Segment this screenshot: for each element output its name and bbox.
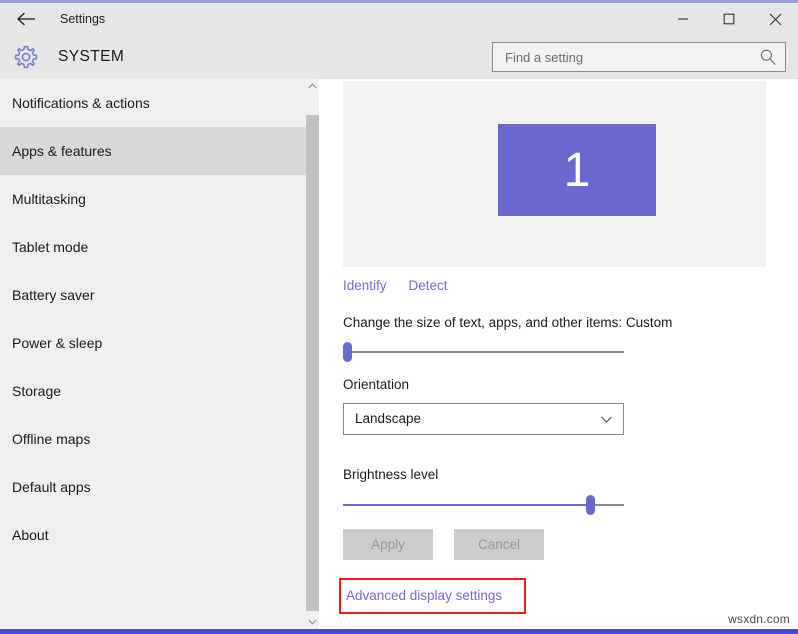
minimize-button[interactable] [660, 3, 706, 35]
apply-button[interactable]: Apply [343, 529, 433, 560]
sidebar-item-offline-maps[interactable]: Offline maps [0, 415, 306, 463]
search-box[interactable] [492, 42, 786, 72]
detect-link[interactable]: Detect [409, 278, 448, 293]
advanced-display-settings-link[interactable]: Advanced display settings [346, 580, 502, 612]
sidebar-item-apps-and-features[interactable]: Apps & features [0, 127, 306, 175]
scale-label: Change the size of text, apps, and other… [343, 315, 673, 330]
action-buttons: Apply Cancel [343, 529, 544, 560]
search-icon[interactable] [759, 48, 777, 66]
orientation-label: Orientation [343, 377, 410, 392]
scale-slider-thumb[interactable] [343, 342, 352, 362]
back-arrow-icon[interactable] [8, 3, 44, 35]
scrollbar-thumb[interactable] [306, 115, 319, 611]
chevron-up-icon[interactable] [306, 79, 319, 93]
identify-link[interactable]: Identify [343, 278, 387, 293]
title-bar: Settings [0, 3, 798, 35]
orientation-dropdown[interactable]: Landscape [343, 403, 624, 435]
orientation-value: Landscape [355, 411, 422, 426]
window-controls [660, 3, 798, 35]
sidebar-nav: Notifications & actions Apps & features … [0, 79, 306, 629]
sidebar-scrollbar[interactable] [306, 79, 319, 629]
sidebar-item-default-apps[interactable]: Default apps [0, 463, 306, 511]
settings-window: Settings SYSTEM Find a setting Notificat… [0, 0, 798, 634]
brightness-label: Brightness level [343, 467, 439, 482]
watermark: wsxdn.com [728, 612, 790, 626]
window-bottom-accent [0, 629, 798, 634]
maximize-button[interactable] [706, 3, 752, 35]
sidebar-item-notifications-and-actions[interactable]: Notifications & actions [0, 79, 306, 127]
chevron-down-icon[interactable] [306, 615, 319, 629]
brightness-slider[interactable] [343, 494, 624, 516]
sidebar-item-power-and-sleep[interactable]: Power & sleep [0, 319, 306, 367]
cancel-button[interactable]: Cancel [454, 529, 544, 560]
display-settings-panel: 1 Identify Detect Change the size of tex… [319, 79, 798, 629]
close-button[interactable] [752, 3, 798, 35]
sidebar-item-battery-saver[interactable]: Battery saver [0, 271, 306, 319]
sidebar-item-multitasking[interactable]: Multitasking [0, 175, 306, 223]
page-header: SYSTEM [0, 35, 798, 79]
gear-icon [10, 41, 42, 73]
chevron-down-icon[interactable] [600, 413, 613, 426]
scale-slider-track [343, 351, 624, 353]
search-input[interactable] [493, 43, 751, 71]
annotation-highlight-box: Advanced display settings [339, 578, 526, 614]
monitor-tile-1[interactable]: 1 [498, 124, 656, 216]
display-preview-panel: 1 [343, 81, 766, 267]
brightness-slider-thumb[interactable] [586, 495, 595, 515]
scale-slider[interactable] [343, 341, 624, 363]
page-title: SYSTEM [58, 48, 125, 65]
brightness-slider-fill [343, 504, 590, 506]
sidebar-item-tablet-mode[interactable]: Tablet mode [0, 223, 306, 271]
window-title: Settings [60, 12, 106, 26]
display-actions: Identify Detect [343, 273, 448, 297]
sidebar-item-storage[interactable]: Storage [0, 367, 306, 415]
sidebar-item-about[interactable]: About [0, 511, 306, 559]
